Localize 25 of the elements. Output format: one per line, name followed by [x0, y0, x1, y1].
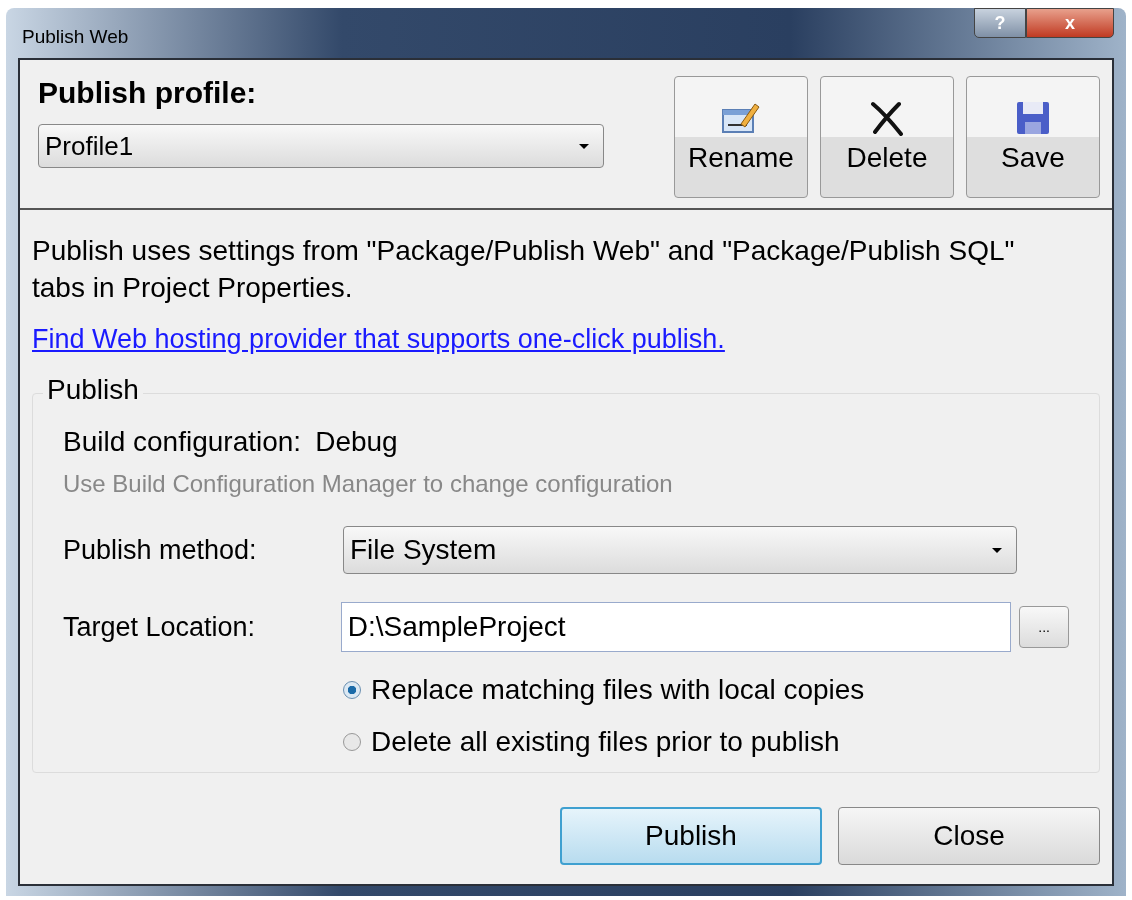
- hint-text: Use Build Configuration Manager to change configuration: [63, 470, 674, 498]
- browse-button[interactable]: ...: [1019, 606, 1069, 648]
- delete-button[interactable]: Delete: [820, 76, 954, 198]
- close-dialog-button[interactable]: Close: [838, 807, 1100, 865]
- radio-button[interactable]: [343, 681, 361, 699]
- publish-button[interactable]: Publish: [560, 807, 822, 865]
- target-field[interactable]: D:\SampleProject: [340, 602, 1012, 652]
- caret-icon: [992, 547, 1002, 553]
- radio-button[interactable]: [343, 733, 361, 751]
- info-text: Publish uses settings from "Package/Publish Web" and "Package/Publish SQL" tabs in Project Properties.: [32, 234, 1016, 305]
- profile-dropdown[interactable]: Profile1: [38, 124, 604, 168]
- caret-icon: [579, 143, 589, 149]
- hosting-link[interactable]: Find Web hosting provider that supports one-click publish.: [32, 324, 725, 355]
- method-dropdown[interactable]: File System: [343, 526, 1017, 574]
- option-label[interactable]: Replace matching files with local copies: [371, 674, 865, 706]
- option-label[interactable]: Delete all existing files prior to publish: [371, 726, 840, 758]
- profile-label: Publish profile:: [38, 76, 258, 110]
- window-title: Publish Web: [22, 26, 129, 48]
- target-label: Target Location:: [63, 611, 257, 643]
- rename-button[interactable]: Rename: [674, 76, 808, 198]
- build-label: Build configuration:: [63, 426, 302, 458]
- build-value: Debug: [315, 426, 398, 458]
- window-close-button[interactable]: x: [1026, 8, 1114, 38]
- save-button[interactable]: Save: [966, 76, 1100, 198]
- method-label: Publish method:: [63, 534, 258, 566]
